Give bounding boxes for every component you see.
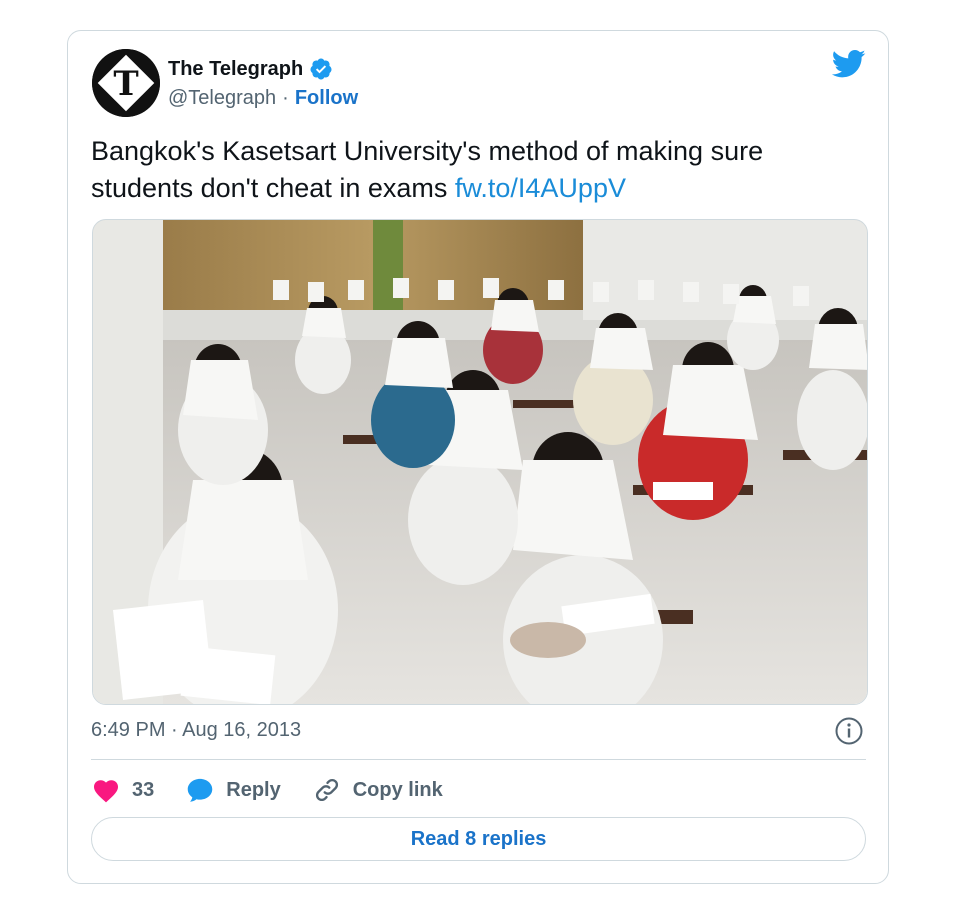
- author-handle[interactable]: @Telegraph: [168, 87, 276, 110]
- divider: [91, 759, 866, 760]
- author-name-row: The Telegraph: [168, 57, 333, 81]
- follow-button[interactable]: Follow: [295, 87, 358, 110]
- copy-link-button[interactable]: Copy link: [313, 776, 443, 804]
- reply-bubble-icon: [188, 778, 213, 802]
- svg-text:T: T: [113, 64, 138, 104]
- telegraph-logo-icon[interactable]: T: [92, 49, 160, 117]
- link-icon: [315, 778, 338, 802]
- info-icon[interactable]: [834, 716, 864, 746]
- like-count: 33: [132, 778, 155, 801]
- handle-separator: ·: [282, 87, 289, 109]
- twitter-bird-icon[interactable]: [832, 49, 866, 79]
- tweet-link[interactable]: fw.to/I4AUppV: [455, 173, 626, 203]
- tweet-body: Bangkok's Kasetsart University's method …: [91, 136, 764, 203]
- read-replies-button[interactable]: Read 8 replies: [91, 817, 866, 861]
- reply-label: Reply: [226, 778, 281, 801]
- author-handle-row: @Telegraph · Follow: [168, 87, 358, 110]
- reply-button[interactable]: Reply: [186, 777, 281, 803]
- author-name[interactable]: The Telegraph: [168, 58, 303, 81]
- tweet-timestamp[interactable]: 6:49 PM · Aug 16, 2013: [91, 719, 301, 742]
- heart-icon: [93, 780, 119, 803]
- verified-badge-icon: [310, 58, 332, 80]
- copy-link-label: Copy link: [352, 778, 443, 801]
- tweet-actions: 33 Reply Copy link: [92, 775, 475, 805]
- tweet-text: Bangkok's Kasetsart University's method …: [91, 133, 851, 207]
- tweet-card: T The Telegraph @Telegraph · Follow Bang…: [67, 30, 889, 884]
- exam-classroom-photo: [93, 220, 867, 704]
- like-button[interactable]: 33: [92, 777, 154, 803]
- tweet-photo[interactable]: [92, 219, 868, 705]
